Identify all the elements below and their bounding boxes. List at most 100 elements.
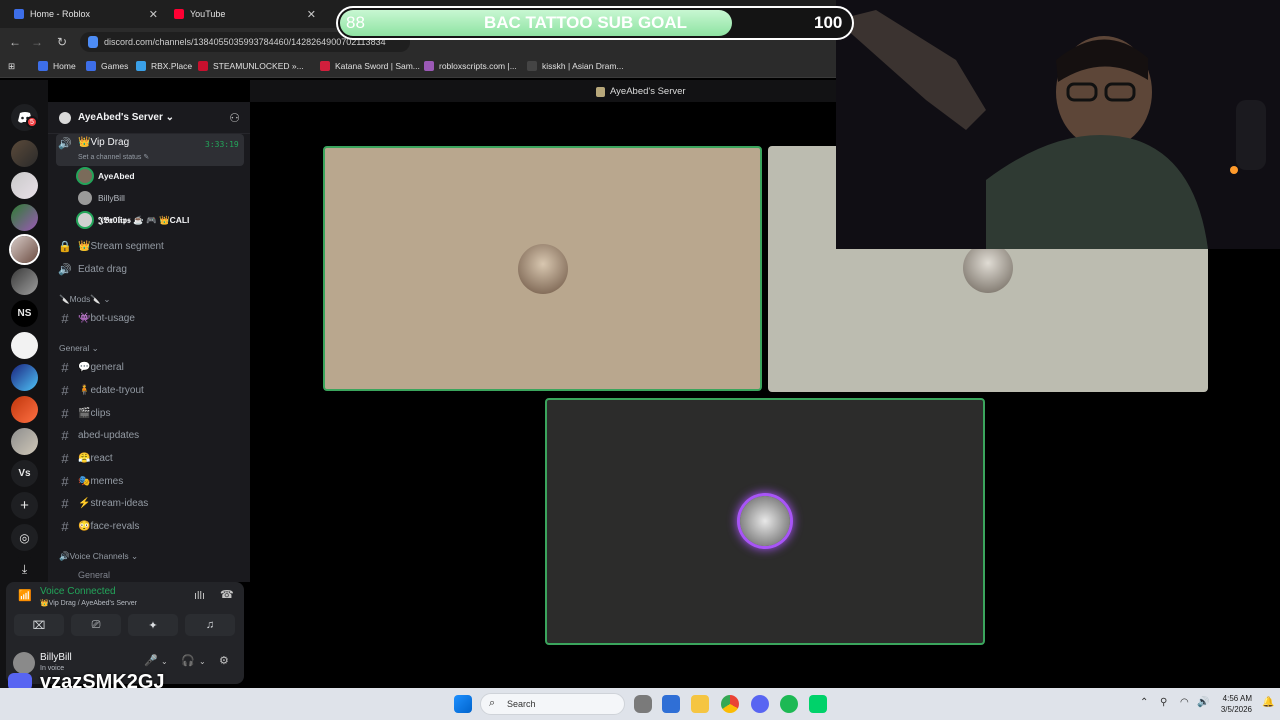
tab-roblox[interactable]: Home - Roblox ✕ [0, 3, 162, 25]
goal-target: 100 [814, 13, 843, 32]
reload-icon[interactable]: ↻ [55, 35, 69, 49]
channel-status[interactable]: Set a channel status ✎ [78, 153, 149, 161]
avatar [78, 191, 92, 205]
channel-react[interactable]: # 😤react [56, 448, 244, 468]
category-general[interactable]: General ⌄ [59, 343, 99, 354]
goal-current: 88 [346, 13, 365, 32]
channel-face-revals[interactable]: # 😳face-revals [56, 516, 244, 536]
username[interactable]: BillyBill [40, 652, 72, 663]
site-info-icon[interactable] [88, 36, 98, 48]
tray-chevron-icon[interactable]: ⌃ [1140, 697, 1148, 708]
category-mods[interactable]: 🔪Mods🔪 ⌄ [59, 294, 110, 305]
bookmark-rbxplace[interactable]: RBX.Place [136, 61, 192, 71]
tab-youtube[interactable]: YouTube ✕ [160, 3, 320, 25]
signal-icon[interactable]: 📶 [18, 589, 32, 602]
voice-channel-vip-drag[interactable]: 🔊 👑Vip Drag [56, 134, 244, 166]
voice-location[interactable]: 👑Vip Drag / AyeAbed's Server [40, 599, 137, 607]
server-icon[interactable] [11, 332, 38, 359]
taskbar-search[interactable]: ⌕ Search [480, 693, 625, 715]
headphones-icon[interactable]: 🎧 [181, 654, 195, 667]
server-icon[interactable] [11, 140, 38, 167]
microphone-icon[interactable]: 🎤 [144, 654, 158, 667]
bookmarks-bar: ⊞ Home Games RBX.Place STEAMUNLOCKED »..… [0, 56, 836, 78]
forward-icon[interactable]: → [30, 35, 44, 49]
disconnect-icon[interactable]: ☎ [220, 588, 234, 601]
close-tab-icon[interactable]: ✕ [149, 8, 158, 21]
share-screen-button[interactable]: ⎚ [71, 614, 121, 636]
noise-suppression-icon[interactable]: ıllı [194, 590, 205, 602]
hashtag-icon: # [61, 450, 69, 466]
task-view-icon[interactable] [634, 695, 652, 713]
hashtag-icon: # [61, 405, 69, 421]
voice-connected-label[interactable]: Voice Connected [40, 586, 116, 597]
notifications-icon[interactable]: 🔔 [1262, 697, 1274, 708]
roblox-icon [14, 9, 24, 19]
category-voice-channels[interactable]: 🔊Voice Channels ⌄ [59, 551, 138, 562]
window-title: AyeAbed's Server [596, 86, 686, 97]
server-icon[interactable] [11, 204, 38, 231]
add-server-icon[interactable]: + [11, 492, 38, 519]
server-icon [596, 86, 605, 97]
channel-general[interactable]: # 💬general [56, 357, 244, 377]
discover-icon[interactable]: ◎ [11, 524, 38, 551]
server-icon-ns[interactable]: NS [11, 300, 38, 327]
server-icon[interactable] [11, 396, 38, 423]
channel-abed-updates[interactable]: # abed-updates [56, 425, 244, 445]
server-icon[interactable] [11, 364, 38, 391]
screen: { "browser": { "tabs": [ {"title": "Home… [0, 0, 1280, 720]
start-icon[interactable] [454, 695, 472, 713]
voice-channel-general[interactable]: General [78, 570, 110, 580]
voice-user-jbx0lips[interactable]: 𝕵𝕭𝖝0𝖑𝖎𝖕𝖘 ☕ 🎮 👑CALI [78, 211, 189, 229]
hashtag-icon: # [61, 495, 69, 511]
channel-edate-tryout[interactable]: # 🧍edate-tryout [56, 380, 244, 400]
discord-taskbar-icon[interactable] [751, 695, 769, 713]
wifi-icon[interactable]: ◠ [1180, 697, 1189, 708]
volume-icon[interactable]: 🔊 [1197, 697, 1209, 708]
participant-tile-ayeabed[interactable] [323, 146, 762, 391]
server-header[interactable]: AyeAbed's Server ⌄ ⚇ [48, 102, 250, 134]
chevron-down-icon[interactable]: ⌄ [161, 657, 168, 666]
channel-memes[interactable]: # 🎭memes [56, 471, 244, 491]
soundboard-button[interactable]: ♫ [185, 614, 235, 636]
channel-bot-usage[interactable]: # 👾bot-usage [56, 308, 244, 328]
back-icon[interactable]: ← [8, 35, 22, 49]
chevron-down-icon[interactable]: ⌄ [199, 657, 206, 666]
voice-user-ayeabed[interactable]: AyeAbed [78, 167, 135, 185]
spotify-icon[interactable] [780, 695, 798, 713]
camera-off-button[interactable]: ⌧ [14, 614, 64, 636]
bookmark-kisskh[interactable]: kisskh | Asian Dram... [527, 61, 624, 71]
close-tab-icon[interactable]: ✕ [307, 8, 316, 21]
bookmark-steamunlocked[interactable]: STEAMUNLOCKED »... [198, 61, 304, 71]
channel-edate-drag[interactable]: 🔊 Edate drag [56, 259, 244, 279]
channel-clips[interactable]: # 🎬clips [56, 403, 244, 423]
settings-gear-icon[interactable]: ⚙ [219, 654, 229, 667]
server-icon[interactable] [11, 268, 38, 295]
tray-location-icon[interactable]: ⚲ [1160, 697, 1167, 708]
channel-stream-segment[interactable]: 🔒 👑Stream segment [56, 236, 244, 256]
invite-icon[interactable]: ⚇ [229, 111, 240, 125]
sub-goal-bar: 88 BAC TATTOO SUB GOAL 100 [336, 6, 854, 40]
clock[interactable]: 4:56 AM 3/5/2026 [1216, 693, 1252, 715]
chrome-icon[interactable] [721, 695, 739, 713]
channel-stream-ideas[interactable]: # ⚡stream-ideas [56, 493, 244, 513]
bookmark-katana[interactable]: Katana Sword | Sam... [320, 61, 420, 71]
goal-title: BAC TATTOO SUB GOAL [484, 13, 688, 32]
server-name[interactable]: AyeAbed's Server ⌄ [78, 112, 174, 123]
obs-icon[interactable] [809, 695, 827, 713]
bookmark-games[interactable]: Games [86, 61, 128, 71]
bookmark-home[interactable]: Home [38, 61, 76, 71]
server-icon-vs[interactable]: Vs [11, 460, 38, 487]
server-icon[interactable] [11, 172, 38, 199]
participant-tile-jbx0lips[interactable] [545, 398, 985, 645]
participant-avatar [740, 496, 790, 546]
download-icon[interactable]: ⤓ [11, 556, 38, 583]
widgets-icon[interactable] [662, 695, 680, 713]
hashtag-icon: # [61, 473, 69, 489]
apps-icon[interactable]: ⊞ [8, 61, 15, 72]
bookmark-robloxscripts[interactable]: robloxscripts.com |... [424, 61, 517, 71]
voice-user-billybill[interactable]: BillyBill [78, 189, 125, 207]
activities-button[interactable]: ✦ [128, 614, 178, 636]
file-explorer-icon[interactable] [691, 695, 709, 713]
server-icon[interactable] [11, 428, 38, 455]
server-icon-ayeabed[interactable] [11, 236, 38, 263]
